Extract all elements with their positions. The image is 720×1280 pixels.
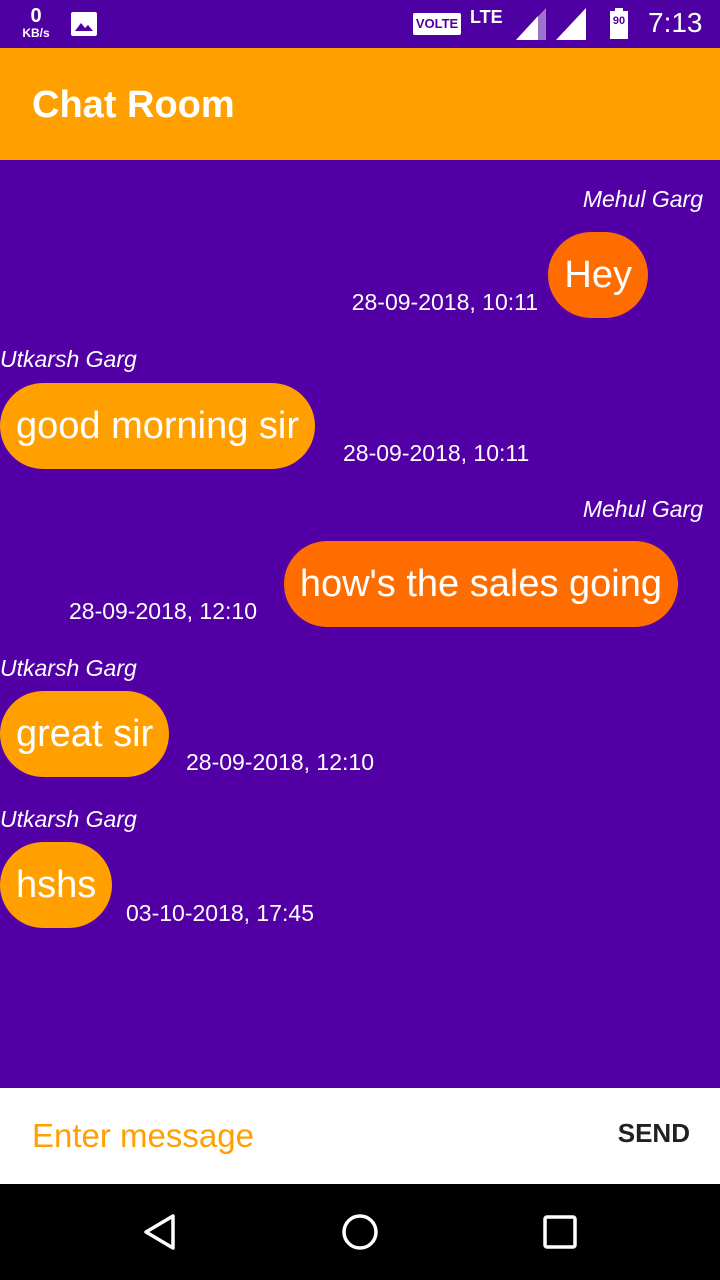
signal-icon (556, 8, 586, 40)
network-speed: 0 KB/s (16, 6, 56, 39)
message-composer: SEND (0, 1088, 720, 1184)
message-sender: Utkarsh Garg (0, 655, 137, 681)
message-bubble[interactable]: good morning sir (0, 383, 316, 469)
message-sender: Mehul Garg (582, 186, 703, 212)
back-icon[interactable] (140, 1212, 180, 1252)
message-bubble[interactable]: how's the sales going (283, 541, 678, 627)
network-speed-value: 0 (30, 5, 42, 27)
navigation-bar (0, 1184, 720, 1280)
network-type: LTE (470, 7, 503, 27)
message-bubble[interactable]: hshs (0, 842, 113, 928)
message-timestamp: 03-10-2018, 17:45 (126, 900, 314, 926)
message-timestamp: 28-09-2018, 10:11 (351, 289, 538, 315)
recents-icon[interactable] (540, 1212, 580, 1252)
battery-level: 90 (612, 15, 626, 27)
message-input[interactable] (32, 1106, 572, 1166)
status-bar: 0 KB/s VOLTE LTE 90 7:13 (0, 0, 720, 48)
message-timestamp: 28-09-2018, 12:10 (69, 598, 257, 624)
send-button[interactable]: SEND (618, 1118, 690, 1149)
message-sender: Mehul Garg (582, 496, 703, 522)
message-timestamp: 28-09-2018, 10:11 (343, 440, 530, 466)
message-bubble[interactable]: great sir (0, 691, 170, 777)
image-icon (71, 12, 97, 36)
message-bubble[interactable]: Hey (548, 232, 648, 318)
message-sender: Utkarsh Garg (0, 346, 137, 372)
network-speed-unit: KB/s (22, 26, 50, 40)
message-sender: Utkarsh Garg (0, 806, 137, 832)
signal-icon (516, 8, 546, 40)
volte-badge: VOLTE (413, 13, 461, 35)
message-timestamp: 28-09-2018, 12:10 (186, 749, 374, 775)
chat-list[interactable]: Mehul Garg Hey 28-09-2018, 10:11 Utkarsh… (0, 160, 720, 1088)
app-bar: Chat Room (0, 48, 720, 160)
home-icon[interactable] (340, 1212, 380, 1252)
page-title: Chat Room (32, 84, 235, 126)
clock: 7:13 (648, 7, 703, 38)
